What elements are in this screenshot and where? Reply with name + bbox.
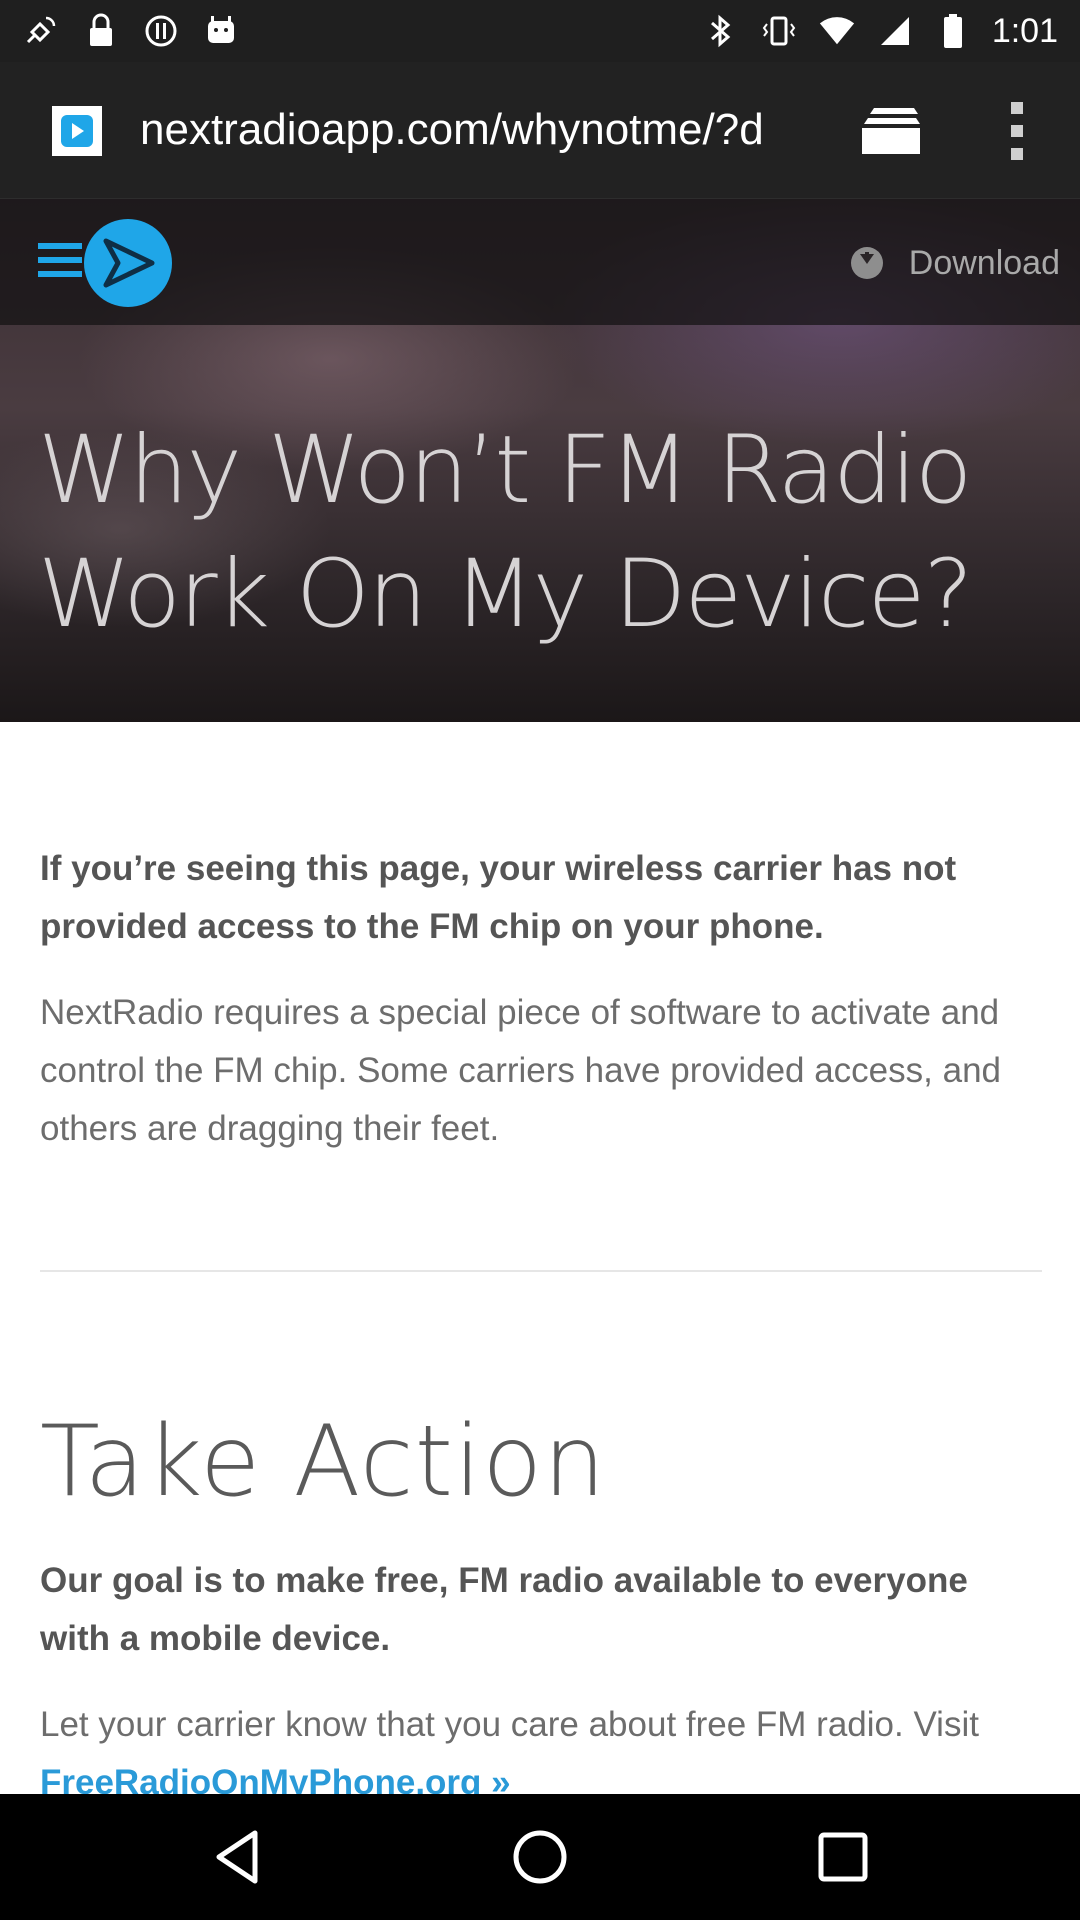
android-icon: [202, 12, 240, 50]
lead-paragraph: If you’re seeing this page, your wireles…: [40, 849, 957, 946]
back-triangle-icon[interactable]: [202, 1822, 272, 1892]
status-bar-system: 1:01: [702, 10, 1058, 52]
circle-info-icon: [142, 12, 180, 50]
wifi-icon: [818, 12, 856, 50]
lock-icon: [82, 12, 120, 50]
tabs-stack-icon[interactable]: [856, 104, 926, 158]
status-bar: 1:01: [0, 0, 1080, 62]
goal-paragraph: Our goal is to make free, FM radio avail…: [40, 1561, 968, 1658]
download-arrow-icon: [850, 247, 883, 279]
url-bar[interactable]: nextradioapp.com/whynotme/?d: [140, 102, 805, 158]
status-bar-notifications: [22, 10, 240, 52]
hero-banner: Download Why Won’t FM Radio Work On My D…: [0, 199, 1080, 722]
section-divider: [40, 1270, 1042, 1272]
fake-gps-icon: [22, 12, 60, 50]
overflow-menu-icon[interactable]: [995, 98, 1039, 164]
download-link[interactable]: Download: [850, 235, 1060, 291]
system-nav-bar: [0, 1794, 1080, 1920]
bluetooth-icon: [702, 12, 740, 50]
cta-text: Let your carrier know that you care abou…: [40, 1705, 979, 1744]
status-time: 1:01: [991, 11, 1058, 50]
browser-toolbar: nextradioapp.com/whynotme/?d: [0, 62, 1080, 199]
page-title: Why Won’t FM Radio Work On My Device?: [38, 416, 973, 649]
recents-square-icon[interactable]: [808, 1822, 878, 1892]
download-label: Download: [908, 243, 1060, 282]
vibrate-icon: [760, 12, 798, 50]
site-header: Download: [0, 199, 1080, 325]
body-paragraph: NextRadio requires a special piece of so…: [40, 993, 1001, 1148]
nextradio-play-icon[interactable]: [52, 106, 102, 156]
section-title: Take Action: [40, 1405, 607, 1519]
battery-icon: [934, 12, 972, 50]
nextradio-logo[interactable]: [38, 217, 178, 309]
signal-icon: [876, 12, 914, 50]
home-circle-icon[interactable]: [505, 1822, 575, 1892]
